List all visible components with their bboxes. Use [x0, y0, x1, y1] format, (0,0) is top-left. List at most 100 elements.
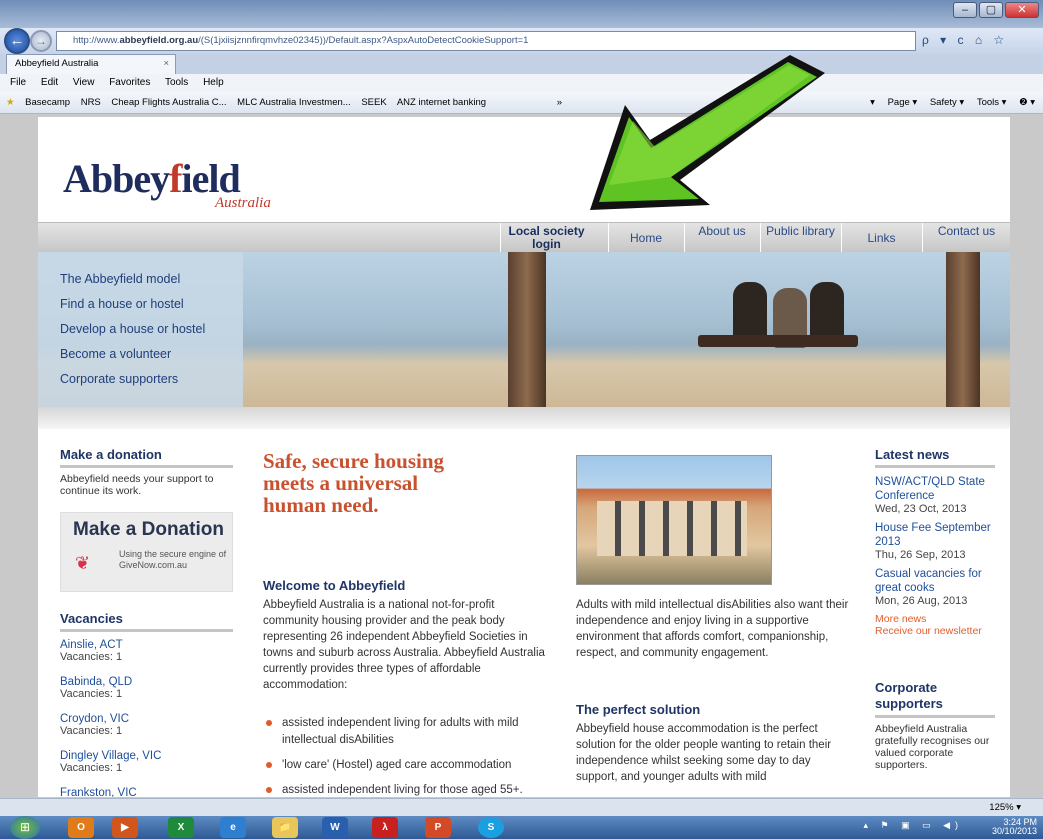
building-windows — [597, 501, 747, 556]
fav-anz[interactable]: ANZ internet banking — [397, 97, 486, 108]
welcome-heading: Welcome to Abbeyfield — [263, 578, 406, 593]
cmd-tools[interactable]: Tools ▾ — [977, 97, 1007, 108]
fav-mlc[interactable]: MLC Australia Investmen... — [237, 97, 351, 108]
menu-edit[interactable]: Edit — [41, 77, 58, 88]
side-menu: The Abbeyfield model Find a house or hos… — [38, 252, 243, 407]
side-corporate-supporters[interactable]: Corporate supporters — [60, 372, 178, 386]
logo-f: f — [169, 156, 182, 201]
start-button[interactable]: ⊞ — [10, 816, 40, 839]
logo-text: Abbey — [63, 156, 170, 201]
powerpoint-taskbar-icon[interactable]: P — [425, 817, 451, 838]
forward-button[interactable]: → — [30, 30, 52, 52]
tab-abbeyfield[interactable]: Abbeyfield Australia × — [6, 54, 176, 74]
nav-links[interactable]: Links — [841, 223, 921, 253]
news-date: Wed, 23 Oct, 2013 — [875, 503, 967, 515]
vacancy-list: Ainslie, ACT Vacancies: 1 Babinda, QLD Vac… — [60, 639, 161, 797]
outlook-taskbar-icon[interactable]: O — [68, 817, 94, 838]
nav-contact-us[interactable]: Contact us — [922, 223, 1010, 253]
tab-close-icon[interactable]: × — [163, 55, 169, 73]
vacancies-heading: Vacancies — [60, 611, 123, 626]
maximize-button[interactable]: ▢ — [979, 2, 1003, 18]
newsletter-link[interactable]: Receive our newsletter — [875, 625, 1000, 637]
cmd-page[interactable]: Page ▾ — [888, 97, 918, 108]
person-silhouette — [733, 282, 767, 342]
word-taskbar-icon[interactable]: W — [322, 817, 348, 838]
donation-banner-title: Make a Donation — [73, 519, 224, 540]
make-donation-banner[interactable]: Make a Donation ❦ Using the secure engin… — [60, 512, 233, 592]
perfect-solution-heading: The perfect solution — [576, 702, 701, 717]
system-tray-icons[interactable]: ▴ ⚑ ▣ ▭ ◀) — [863, 820, 963, 831]
side-develop-house[interactable]: Develop a house or hostel — [60, 322, 205, 336]
status-bar: 125% ▾ — [0, 798, 1043, 816]
address-bar[interactable]: http://www.abbeyfield.org.au/(S(1jxiisjz… — [56, 31, 916, 51]
menu-view[interactable]: View — [73, 77, 95, 88]
menu-favorites[interactable]: Favorites — [109, 77, 150, 88]
vacancy-place[interactable]: Babinda, QLD — [60, 676, 161, 688]
list-item: Croydon, VIC Vacancies: 1 — [60, 713, 161, 750]
divider — [875, 715, 995, 718]
acrobat-taskbar-icon[interactable]: λ — [372, 817, 398, 838]
fav-basecamp[interactable]: Basecamp — [25, 97, 70, 108]
menu-help[interactable]: Help — [203, 77, 224, 88]
fav-nrs[interactable]: NRS — [81, 97, 101, 108]
nav-public-library[interactable]: Public library — [760, 223, 840, 253]
vacancy-place[interactable]: Ainslie, ACT — [60, 639, 161, 651]
zoom-level[interactable]: 125% ▾ — [989, 799, 1021, 816]
fav-more[interactable]: » — [557, 97, 562, 108]
park-bench — [698, 335, 858, 347]
back-button[interactable]: ← — [4, 28, 30, 54]
address-row: ← → http://www.abbeyfield.org.au/(S(1jxi… — [0, 28, 1043, 54]
cmd-help[interactable]: ❷ ▾ — [1019, 97, 1035, 108]
cmd-safety[interactable]: Safety ▾ — [930, 97, 964, 108]
fav-seek[interactable]: SEEK — [361, 97, 386, 108]
nav-home[interactable]: Home — [608, 223, 683, 253]
minimize-button[interactable]: – — [953, 2, 977, 18]
news-date: Mon, 26 Aug, 2013 — [875, 595, 968, 607]
donation-text: Abbeyfield needs your support to continu… — [60, 473, 214, 497]
nav-about-us[interactable]: About us — [684, 223, 759, 253]
list-item: 'low care' (Hostel) aged care accommodat… — [266, 757, 551, 774]
close-window-button[interactable]: ✕ — [1005, 2, 1039, 18]
menu-tools[interactable]: Tools — [165, 77, 188, 88]
address-tools[interactable]: ρ ▾ c ⌂ ☆ — [922, 33, 1008, 47]
accommodation-list: assisted independent living for adults w… — [266, 715, 551, 797]
abbeyfield-logo[interactable]: Abbeyfield Australia — [63, 155, 271, 211]
cmd-home-dropdown[interactable]: ▾ — [870, 97, 875, 108]
fav-cheap-flights[interactable]: Cheap Flights Australia C... — [111, 97, 226, 108]
nav-local-society-login[interactable]: Local society login — [500, 223, 592, 253]
url-prefix: http://www. — [73, 35, 120, 46]
person-silhouette — [810, 282, 844, 342]
corporate-text: Abbeyfield Australia gratefully recognis… — [875, 723, 990, 771]
vacancy-count: Vacancies: 1 — [60, 688, 123, 700]
logo-subtitle: Australia — [215, 195, 271, 211]
tab-row: Abbeyfield Australia × — [0, 54, 1043, 74]
vacancy-place[interactable]: Frankston, VIC — [60, 787, 161, 797]
side-abbeyfield-model[interactable]: The Abbeyfield model — [60, 272, 180, 286]
news-item: NSW/ACT/QLD State Conference Wed, 23 Oct,… — [875, 475, 1000, 515]
list-item: assisted independent living for adults w… — [266, 715, 551, 749]
media-player-taskbar-icon[interactable]: ▶ — [112, 817, 138, 838]
favorites-star-icon[interactable]: ★ — [6, 97, 15, 108]
side-become-volunteer[interactable]: Become a volunteer — [60, 347, 171, 361]
folder-taskbar-icon[interactable]: 📁 — [272, 817, 298, 838]
news-item: Casual vacancies for great cooks Mon, 26 … — [875, 567, 1000, 607]
heart-people-icon: ❦ — [75, 553, 91, 573]
news-title[interactable]: Casual vacancies for great cooks — [875, 567, 1000, 595]
side-find-house[interactable]: Find a house or hostel — [60, 297, 184, 311]
disability-text: Adults with mild intellectual disAbiliti… — [576, 599, 849, 659]
donation-heading: Make a donation — [60, 447, 162, 462]
clock[interactable]: 3:24 PM 30/10/2013 — [992, 818, 1037, 836]
skype-taskbar-icon[interactable]: S — [478, 817, 504, 838]
news-title[interactable]: NSW/ACT/QLD State Conference — [875, 475, 1000, 503]
more-news-link[interactable]: More news — [875, 613, 1000, 625]
menu-file[interactable]: File — [10, 77, 26, 88]
vacancy-place[interactable]: Dingley Village, VIC — [60, 750, 161, 762]
internet-explorer-taskbar-icon[interactable]: e — [220, 817, 246, 838]
tree-trunk — [508, 252, 546, 407]
news-title[interactable]: House Fee September 2013 — [875, 521, 1000, 549]
welcome-text: Abbeyfield Australia is a national not-f… — [263, 599, 545, 691]
hero-divider — [38, 407, 1010, 429]
vacancy-place[interactable]: Croydon, VIC — [60, 713, 161, 725]
excel-taskbar-icon[interactable]: X — [168, 817, 194, 838]
window-titlebar: – ▢ ✕ — [0, 0, 1043, 28]
